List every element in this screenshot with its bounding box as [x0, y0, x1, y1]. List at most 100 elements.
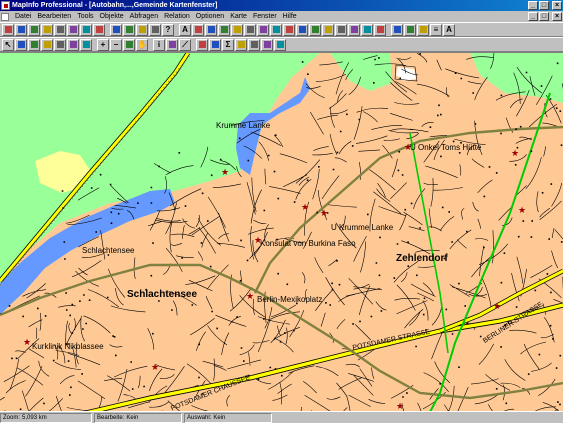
open-icon[interactable]	[15, 23, 27, 36]
ellipse-tool-icon-glyph	[272, 26, 280, 33]
symbol-style-icon[interactable]	[335, 23, 347, 36]
hotlink-icon[interactable]	[166, 38, 178, 51]
menu-abfragen[interactable]: Abfragen	[127, 11, 161, 22]
hotlink-icon-glyph	[168, 41, 176, 48]
reshape-icon-glyph	[311, 26, 319, 33]
boundary-select-icon[interactable]	[54, 38, 66, 51]
text-tool-icon[interactable]: A	[179, 23, 191, 36]
minimize-button[interactable]: _	[528, 1, 538, 10]
text-style-icon[interactable]	[374, 23, 386, 36]
statistics-icon[interactable]: Σ	[222, 38, 234, 51]
app-icon[interactable]	[1, 1, 10, 10]
new-icon[interactable]	[2, 23, 14, 36]
mdi-close-button[interactable]: ×	[552, 12, 562, 21]
menu-bearbeiten[interactable]: Bearbeiten	[34, 11, 74, 22]
paste-icon[interactable]	[80, 23, 92, 36]
undo-icon[interactable]	[93, 23, 105, 36]
new-layout-icon-glyph	[151, 26, 159, 33]
save-icon[interactable]	[28, 23, 40, 36]
line-tool-icon[interactable]	[218, 23, 230, 36]
grabber-icon[interactable]: ✋	[136, 38, 148, 51]
map-network-icon-glyph	[419, 26, 427, 33]
radius-select-icon-glyph	[30, 41, 38, 48]
line-style-icon-glyph	[350, 26, 358, 33]
rounded-rect-tool-icon[interactable]	[296, 23, 308, 36]
unselect-all-icon-glyph	[69, 41, 77, 48]
undo-icon-glyph	[95, 26, 103, 33]
new-mapper-icon[interactable]	[110, 23, 122, 36]
menu-hilfe[interactable]: Hilfe	[280, 11, 300, 22]
menu-datei[interactable]: Datei	[12, 11, 34, 22]
poi-star-8: ★	[23, 338, 31, 348]
copy-icon[interactable]	[67, 23, 79, 36]
menu-fenster[interactable]: Fenster	[250, 11, 280, 22]
region-style-icon-glyph	[363, 26, 371, 33]
run-app-icon[interactable]	[391, 23, 403, 36]
new-browser-icon[interactable]	[123, 23, 135, 36]
label-kurklinik-nikolassee: Kurklinik Nikolassee	[32, 342, 104, 351]
print-icon[interactable]	[41, 23, 53, 36]
label-icon[interactable]: ≡	[430, 23, 442, 36]
legend-icon[interactable]	[209, 38, 221, 51]
map-network-icon[interactable]	[417, 23, 429, 36]
line-style-icon[interactable]	[348, 23, 360, 36]
font-icon[interactable]: A	[443, 23, 455, 36]
radius-select-icon[interactable]	[28, 38, 40, 51]
status-zoom: Zoom: 5,093 km	[0, 412, 92, 423]
zoom-out-icon[interactable]: −	[110, 38, 122, 51]
menu-relation[interactable]: Relation	[161, 11, 193, 22]
rectangle-tool-icon[interactable]	[283, 23, 295, 36]
layer-control-icon[interactable]	[196, 38, 208, 51]
ellipse-tool-icon[interactable]	[270, 23, 282, 36]
thematic-map-icon[interactable]	[261, 38, 273, 51]
status-selection[interactable]: Auswahl: Kein	[184, 412, 272, 423]
mdi-restore-button[interactable]: □	[539, 12, 549, 21]
select-icon[interactable]: ↖	[2, 38, 14, 51]
poi-star-9: ★	[151, 363, 159, 373]
poi-star-10: ★	[493, 302, 501, 312]
reshape-icon[interactable]	[309, 23, 321, 36]
marquee-select-icon[interactable]	[15, 38, 27, 51]
close-button[interactable]: ×	[552, 1, 562, 10]
arc-tool-icon-glyph	[246, 26, 254, 33]
polygon-tool-icon[interactable]	[257, 23, 269, 36]
info-icon[interactable]: i	[153, 38, 165, 51]
symbol-tool-icon[interactable]	[205, 23, 217, 36]
new-grapher-icon[interactable]	[136, 23, 148, 36]
change-view-icon[interactable]	[123, 38, 135, 51]
map-canvas[interactable]: ★★★★★★★★★★★★	[0, 53, 563, 411]
help-icon[interactable]: ?	[162, 23, 174, 36]
map-window[interactable]: ★ ★ ★ ★ ★ ★ ★ ★ ★ ★ ★ ★ Krumme Lanke U Onkel Toms H…	[0, 52, 563, 411]
polygon-select-icon[interactable]	[41, 38, 53, 51]
drag-map-icon[interactable]	[248, 38, 260, 51]
status-edit[interactable]: Bearbeite: Kein	[94, 412, 182, 423]
status-zoom-label: Zoom:	[3, 414, 21, 421]
maximize-button[interactable]: □	[539, 1, 549, 10]
menu-objekte[interactable]: Objekte	[97, 11, 127, 22]
menu-optionen[interactable]: Optionen	[193, 11, 227, 22]
cosmetic-layer-icon[interactable]	[235, 38, 247, 51]
menu-karte[interactable]: Karte	[227, 11, 250, 22]
new-grapher-icon-glyph	[138, 26, 146, 33]
arc-tool-icon[interactable]	[244, 23, 256, 36]
invert-selection-icon[interactable]	[80, 38, 92, 51]
new-layout-icon[interactable]	[149, 23, 161, 36]
frame-tool-icon[interactable]	[192, 23, 204, 36]
polygon-select-icon-glyph	[43, 41, 51, 48]
menu-tools[interactable]: Tools	[74, 11, 96, 22]
mdi-minimize-button[interactable]: _	[528, 12, 538, 21]
graph-icon[interactable]	[274, 38, 286, 51]
ruler-icon[interactable]: ⟋	[179, 38, 191, 51]
region-style-icon[interactable]	[361, 23, 373, 36]
add-node-icon[interactable]	[322, 23, 334, 36]
cut-icon[interactable]	[54, 23, 66, 36]
routing-icon-glyph	[406, 26, 414, 33]
polygon-tool-icon-glyph	[259, 26, 267, 33]
zoom-in-icon[interactable]: +	[97, 38, 109, 51]
unselect-all-icon[interactable]	[67, 38, 79, 51]
label-konsulat: Konsulat von Burkina Faso	[260, 239, 356, 248]
routing-icon[interactable]	[404, 23, 416, 36]
mdi-window-icon[interactable]	[1, 12, 9, 21]
polyline-tool-icon[interactable]	[231, 23, 243, 36]
invert-selection-icon-glyph	[82, 41, 90, 48]
